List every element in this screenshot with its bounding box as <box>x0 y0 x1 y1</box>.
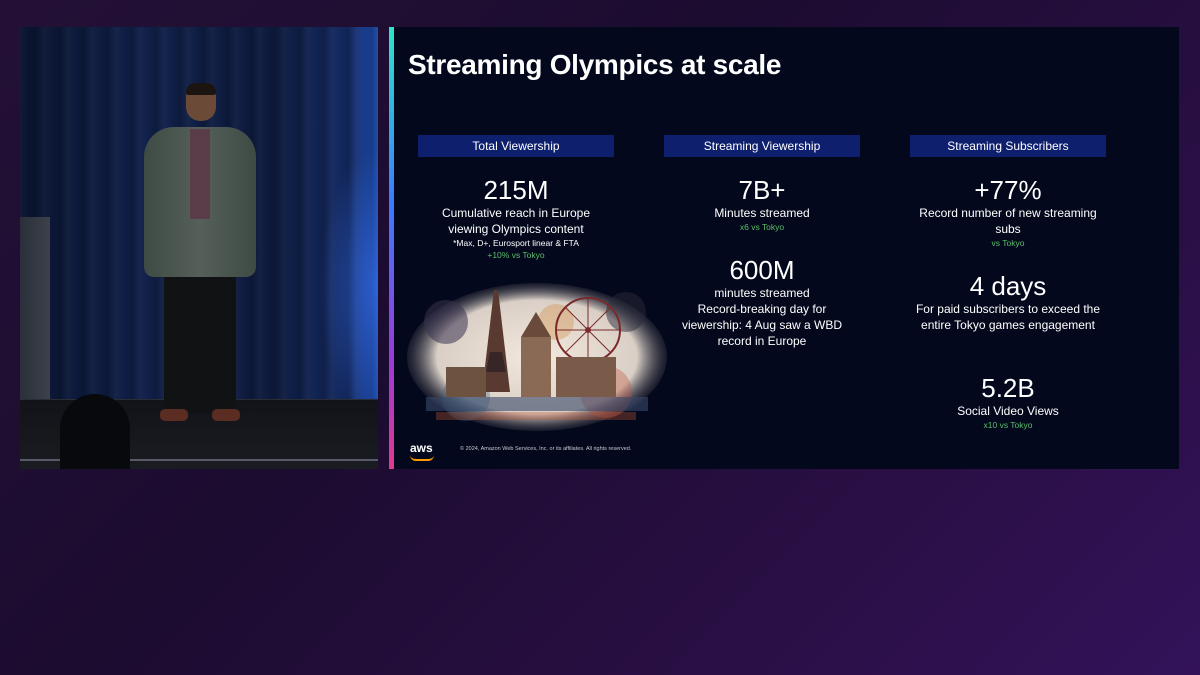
stat-description: Cumulative reach in Europe viewing Olymp… <box>441 206 591 236</box>
column-header: Streaming Viewership <box>664 135 860 157</box>
column-total-viewership: Total Viewership 215M Cumulative reach i… <box>418 135 614 261</box>
aws-logo: aws <box>410 441 433 455</box>
copyright-notice: © 2024, Amazon Web Services, Inc. or its… <box>460 446 632 452</box>
stage-light <box>318 147 378 427</box>
stat-description-secondary: minutes streamed Record-breaking day for… <box>681 286 843 348</box>
presentation-slide: Streaming Olympics at scale Total Viewer… <box>389 27 1179 469</box>
footnote: *Max, D+, Eurosport linear & FTA <box>453 238 579 248</box>
comparison: +10% vs Tokyo <box>487 250 545 260</box>
column-streaming-subscribers: Streaming Subscribers +77% Record number… <box>910 135 1106 431</box>
speaker-figure <box>140 83 260 433</box>
comparison: x6 vs Tokyo <box>739 222 785 232</box>
stat-description-tertiary: Social Video Views <box>957 404 1059 418</box>
paris-watercolor-illustration <box>407 283 667 431</box>
stat-description: Record number of new streaming subs <box>919 206 1097 236</box>
aws-smile-icon <box>410 455 434 461</box>
stat-value: 215M <box>483 175 549 205</box>
audience-silhouette <box>60 394 130 469</box>
stat-value-secondary: 600M <box>729 255 795 285</box>
stat-value: +77% <box>974 175 1042 205</box>
comparison: x10 vs Tokyo <box>983 420 1033 430</box>
stat-description-secondary: For paid subscribers to exceed the entir… <box>915 302 1101 332</box>
column-streaming-viewership: Streaming Viewership 7B+ Minutes streame… <box>664 135 860 349</box>
stat-value-secondary: 4 days <box>969 271 1047 301</box>
stat-value: 7B+ <box>738 175 786 205</box>
column-header: Total Viewership <box>418 135 614 157</box>
slide-title: Streaming Olympics at scale <box>408 49 782 80</box>
speaker-video <box>20 27 378 469</box>
column-header: Streaming Subscribers <box>910 135 1106 157</box>
stat-description: Minutes streamed <box>714 206 810 220</box>
stat-value-tertiary: 5.2B <box>981 373 1035 403</box>
comparison: vs Tokyo <box>991 238 1025 248</box>
